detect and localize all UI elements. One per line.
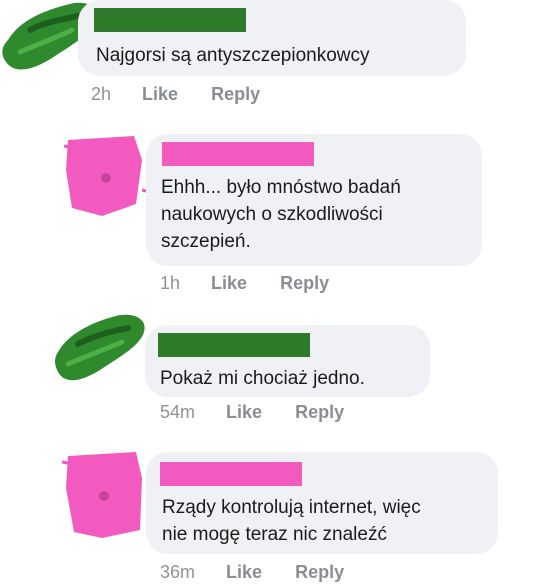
comment-4: Rządy kontrolują internet, więc nie mogę…	[0, 0, 540, 588]
censored-name-bar	[160, 462, 302, 486]
comment-text-line-1: Rządy kontrolują internet, więc	[162, 497, 421, 518]
comment-meta: 36m Like Reply	[160, 562, 344, 583]
comment-time: 36m	[160, 562, 196, 582]
avatar-censored-pink	[62, 452, 142, 538]
reply-button[interactable]: Reply	[295, 562, 344, 582]
comment-text-line-2: nie mogę teraz nic znaleźć	[162, 524, 387, 545]
like-button[interactable]: Like	[226, 562, 262, 582]
